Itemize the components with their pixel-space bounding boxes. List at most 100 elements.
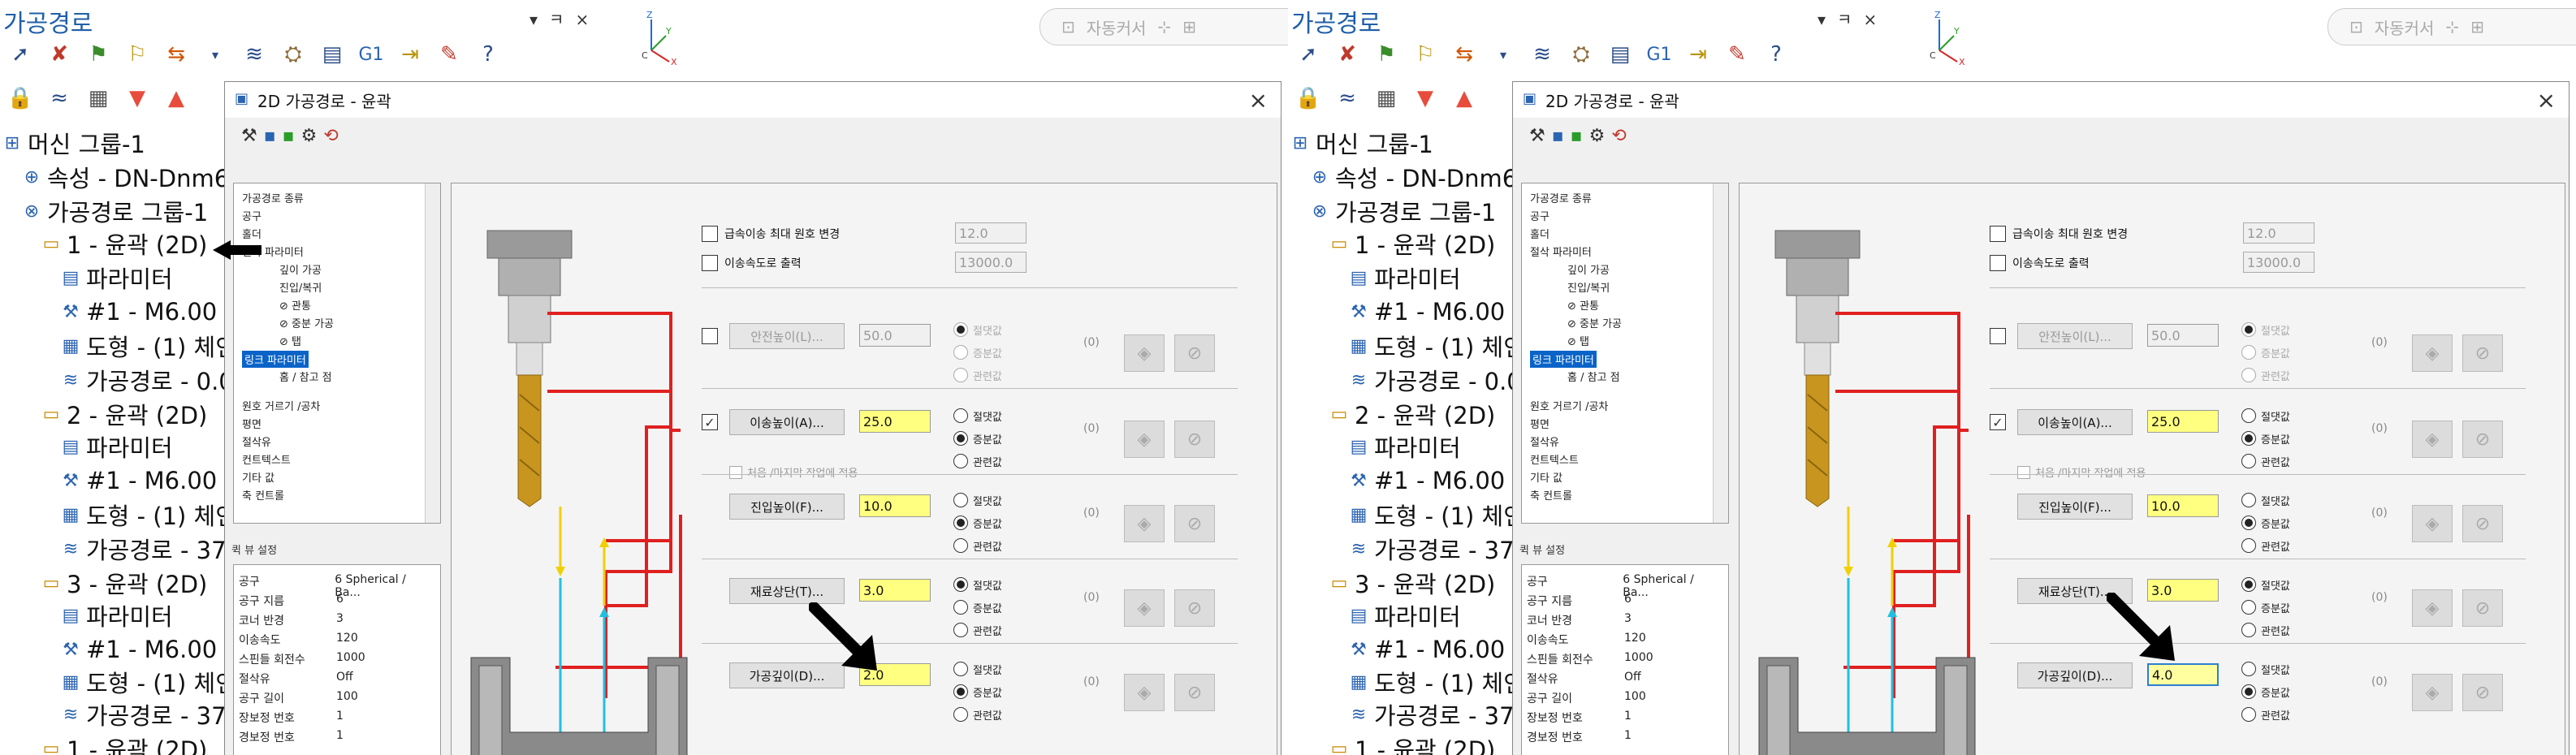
first-last-checkbox[interactable] — [729, 465, 742, 479]
tree-item[interactable]: ▭ 1 - 윤곽 (2D) — [42, 732, 208, 755]
rapid-max-option[interactable]: 급속이송 최대 원호 변경 — [1990, 226, 2128, 242]
post-display-icon[interactable]: ▦ — [1371, 83, 1402, 114]
param-enable-checkbox[interactable] — [1990, 328, 2006, 344]
post-g1-button[interactable]: G1 — [356, 39, 387, 70]
select-all-icon[interactable]: ➚ — [1293, 39, 1324, 70]
tree-item[interactable]: ▭ 2 - 윤곽 (2D) — [1330, 398, 1496, 430]
nav-page-item[interactable]: ⊘ 중분 가공 — [279, 315, 334, 330]
nav-page-item[interactable]: 가공경로 종류 — [1530, 190, 1592, 205]
tree-item[interactable]: ⊕ 속성 - DN-Dnm6 — [23, 161, 229, 193]
toolpath-display-icon[interactable]: ≈ — [44, 83, 75, 114]
coordinate-mode-radio[interactable]: 관련값 — [953, 534, 1002, 557]
param-select-button[interactable]: 진입높이(F)... — [2017, 494, 2133, 520]
rapid-max-value-field[interactable]: 12.0 — [2243, 222, 2315, 244]
param-value-field[interactable]: 50.0 — [2147, 324, 2219, 347]
nav-page-item[interactable]: ⊘ 탭 — [279, 333, 301, 348]
coordinate-mode-radio[interactable]: 관련값 — [2241, 619, 2290, 641]
param-select-button[interactable]: 이송높이(A)... — [729, 409, 845, 435]
nav-page-item[interactable]: 절삭 파라미터 — [1530, 244, 1592, 259]
coordinate-mode-radio[interactable]: 절댓값 — [2241, 489, 2290, 511]
tree-item[interactable]: ≋ 가공경로 - 37. — [62, 698, 234, 731]
param-select-button[interactable]: 이송높이(A)... — [2017, 409, 2133, 435]
first-last-option[interactable]: 처음 /마지막 작업에 적용 — [729, 464, 858, 480]
feed-output-checkbox[interactable] — [1990, 255, 2006, 271]
move-down-icon[interactable]: ▼ — [1410, 83, 1441, 114]
toggle-display-icon[interactable]: ⇆ — [1449, 39, 1480, 70]
coordinate-mode-radio[interactable]: 관련값 — [953, 619, 1002, 641]
param-value-field[interactable]: 25.0 — [2147, 410, 2219, 433]
regenerate-dirty-icon[interactable]: ⚐ — [1410, 39, 1441, 70]
param-enable-checkbox[interactable] — [702, 328, 718, 344]
nav-page-item[interactable]: 진입/복귀 — [1567, 279, 1610, 295]
tree-item[interactable]: ▤ 파라미터 — [62, 430, 173, 463]
tree-item[interactable]: ▭ 2 - 윤곽 (2D) — [42, 398, 208, 430]
toolpath-display-icon[interactable]: ≈ — [1332, 83, 1363, 114]
nav-page-item[interactable]: 절삭유 — [242, 434, 271, 449]
coordinate-mode-radio[interactable]: 절댓값 — [2241, 318, 2290, 341]
clear-button[interactable]: ⊘ — [2462, 505, 2503, 542]
auto-cursor-bar[interactable]: ⊡ 자동커서 ⊹ ⊞ — [1039, 8, 1288, 45]
param-enable-checkbox[interactable]: ✓ — [1990, 414, 2006, 430]
clear-button[interactable]: ⊘ — [1174, 674, 1215, 711]
nav-page-item[interactable]: 링크 파라미터 — [242, 351, 309, 368]
param-value-field[interactable]: 3.0 — [859, 579, 931, 602]
nav-page-item[interactable]: 홀더 — [1530, 226, 1549, 241]
coordinate-mode-radio[interactable]: 절댓값 — [953, 658, 1002, 680]
tree-item[interactable]: ▭ 1 - 윤곽 (2D) — [1330, 227, 1496, 260]
select-point-button[interactable]: ◈ — [1124, 505, 1165, 542]
nav-page-item[interactable]: 축 컨트롤 — [1530, 487, 1572, 503]
param-select-button[interactable]: 재료상단(T)... — [729, 578, 845, 604]
tree-item[interactable]: ▤ 파라미터 — [62, 599, 173, 632]
view-icon[interactable]: ⚙ — [1589, 126, 1606, 146]
select-point-button[interactable]: ◈ — [2412, 505, 2453, 542]
nav-page-item[interactable]: 깊이 가공 — [279, 261, 322, 277]
export-icon[interactable]: ⇥ — [1683, 39, 1714, 70]
nav-page-item[interactable]: ⊘ 관통 — [279, 297, 311, 313]
nav-page-item[interactable]: 축 컨트롤 — [242, 487, 284, 503]
dropdown-icon[interactable]: ▾ — [1817, 10, 1837, 29]
help-icon[interactable]: ? — [1761, 39, 1792, 70]
tree-item[interactable]: ▦ 도형 - (1) 체인 — [1350, 330, 1525, 362]
coordinate-mode-radio[interactable]: 증분값 — [953, 680, 1002, 703]
export-icon[interactable]: ⇥ — [395, 39, 426, 70]
deselect-icon[interactable]: ✘ — [44, 39, 75, 70]
move-down-icon[interactable]: ▼ — [122, 83, 153, 114]
deselect-icon[interactable]: ✘ — [1332, 39, 1363, 70]
save-icon[interactable]: ▪ — [1552, 126, 1564, 146]
nav-page-item[interactable]: 원호 거르기 /공차 — [1530, 398, 1608, 413]
nav-page-item[interactable]: 진입/복귀 — [279, 279, 322, 295]
manager-window-controls[interactable]: ▾ㅋ× — [529, 6, 600, 30]
coordinate-mode-radio[interactable]: 증분값 — [2241, 427, 2290, 450]
verify-icon[interactable]: ⛭ — [1566, 39, 1597, 70]
nav-page-item[interactable]: 컨트텍스트 — [242, 451, 291, 467]
param-select-button[interactable]: 진입높이(F)... — [729, 494, 845, 520]
clear-button[interactable]: ⊘ — [2462, 674, 2503, 711]
coordinate-mode-radio[interactable]: 증분값 — [2241, 680, 2290, 703]
param-value-field[interactable]: 10.0 — [859, 494, 931, 517]
tree-item[interactable]: ⊞ 머신 그룹-1 — [3, 127, 145, 159]
backplot-icon[interactable]: ≋ — [239, 39, 270, 70]
manager-window-controls[interactable]: ▾ㅋ× — [1817, 6, 1888, 30]
tool-manager-icon[interactable]: ✎ — [434, 39, 465, 70]
tree-item[interactable]: ⚒ #1 - M6.00 : — [62, 633, 232, 666]
rapid-max-option[interactable]: 급속이송 최대 원호 변경 — [702, 226, 840, 242]
feed-output-option[interactable]: 이송속도로 출력 — [702, 255, 802, 271]
save-all-icon[interactable]: ▪ — [1571, 126, 1583, 146]
nav-page-item[interactable]: ⊘ 탭 — [1567, 333, 1589, 348]
save-all-icon[interactable]: ▪ — [283, 126, 295, 146]
more-dropdown-icon[interactable]: ▾ — [1488, 39, 1519, 70]
verify-icon[interactable]: ⛭ — [278, 39, 309, 70]
tree-item[interactable]: ⊕ 속성 - DN-Dnm6 — [1311, 161, 1517, 193]
regenerate-dirty-icon[interactable]: ⚐ — [122, 39, 153, 70]
tree-item[interactable]: ▭ 1 - 윤곽 (2D) — [42, 227, 208, 260]
nav-page-item[interactable]: 공구 — [1530, 208, 1549, 223]
tree-item[interactable]: ▦ 도형 - (1) 체인 — [1350, 498, 1525, 531]
post-display-icon[interactable]: ▦ — [83, 83, 114, 114]
nav-page-item[interactable]: 홈 / 참고 점 — [1567, 369, 1620, 384]
tree-item[interactable]: ▦ 도형 - (1) 체인 — [62, 330, 237, 362]
coordinate-mode-radio[interactable]: 관련값 — [953, 450, 1002, 472]
feed-output-value-field[interactable]: 13000.0 — [955, 252, 1027, 273]
tree-item[interactable]: ▦ 도형 - (1) 체인 — [62, 666, 237, 698]
nav-page-item[interactable]: 깊이 가공 — [1567, 261, 1610, 277]
coordinate-mode-radio[interactable]: 절댓값 — [953, 404, 1002, 427]
